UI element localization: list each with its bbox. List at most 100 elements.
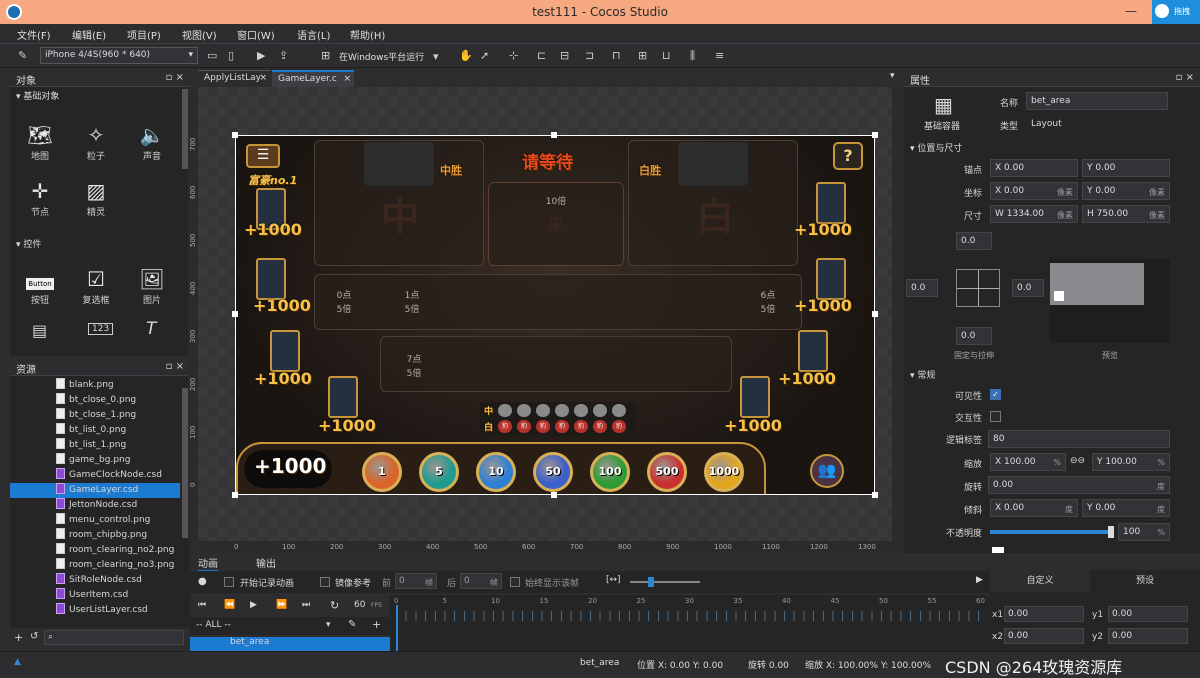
align-top-icon[interactable]: ⊓ (612, 49, 621, 62)
resource-file[interactable]: bt_close_1.png (56, 408, 191, 423)
y1-field[interactable]: 0.00 (1108, 606, 1188, 622)
number-icon[interactable]: 123 (88, 323, 114, 335)
distribute-v-icon[interactable]: ≡ (715, 49, 724, 62)
cell-7-top[interactable]: 7点 (394, 352, 434, 365)
align-center-icon[interactable]: ⊟ (560, 49, 569, 62)
panel-pin-icon[interactable]: ▫ × (1176, 72, 1194, 83)
scale-y-field[interactable]: Y 100.00% (1092, 453, 1170, 471)
handle-t[interactable] (551, 132, 557, 138)
timeline-node-row[interactable]: bet_area (190, 637, 390, 651)
opacity-slider[interactable] (990, 530, 1112, 534)
palette-particle[interactable]: ✧ 粒子 (74, 121, 118, 162)
size-w-unit[interactable]: 像素 (1057, 210, 1073, 221)
interactive-checkbox[interactable] (990, 411, 1001, 422)
next-frames-field[interactable]: 0帧 (460, 573, 502, 589)
player-card-right-1[interactable] (816, 182, 846, 224)
next-frame-icon[interactable]: ⏩ (276, 600, 287, 610)
onion-checkbox[interactable] (320, 577, 330, 587)
skew-x-field[interactable]: X 0.00 度 (990, 499, 1078, 517)
node-filter[interactable]: -- ALL -- ▾ ✎ + (190, 617, 390, 635)
run-dropdown-icon[interactable]: ▾ (433, 50, 439, 63)
tab-applylist[interactable]: ApplyListLay × (198, 70, 270, 87)
player-card-right-2[interactable] (816, 258, 846, 300)
cell-1-top[interactable]: 1点 (392, 288, 432, 301)
portrait-icon[interactable]: ▯ (228, 49, 234, 62)
handle-bl[interactable] (232, 492, 238, 498)
logic-tag-field[interactable]: 80 (988, 430, 1170, 448)
chip-1[interactable]: 1 (362, 452, 402, 492)
device-select[interactable]: iPhone 4/4S(960 * 640) ▾ (40, 47, 198, 64)
record-icon[interactable]: ● (198, 576, 207, 587)
cell-6-top[interactable]: 6点 (748, 288, 788, 301)
opacity-field[interactable]: 100% (1118, 523, 1170, 541)
loop-icon[interactable]: ↻ (330, 599, 339, 612)
resource-file[interactable]: bt_close_0.png (56, 393, 191, 408)
player-card-right-3[interactable] (798, 330, 828, 372)
chip-500[interactable]: 500 (647, 452, 687, 492)
section-position-size[interactable]: ▾ 位置与尺寸 (904, 139, 1200, 155)
controls-section-header[interactable]: ▾ 控件 (10, 235, 180, 251)
game-layer[interactable]: ☰ ? 中胜 中 请等待 10倍 平 白胜 白 0点 5倍 1点 5倍 6点 5… (235, 135, 875, 495)
resource-file[interactable]: bt_list_1.png (56, 438, 191, 453)
section-general[interactable]: ▾ 常规 (904, 366, 1200, 382)
align-right-icon[interactable]: ⊐ (585, 49, 594, 62)
tabs-dropdown-icon[interactable]: ▾ (890, 71, 895, 81)
rotation-field[interactable]: 0.00 度 (988, 476, 1170, 494)
player-card-left-2[interactable] (256, 258, 286, 300)
handle-br[interactable] (872, 492, 878, 498)
resource-file[interactable]: UserListLayer.csd (56, 603, 191, 618)
anchor-widget[interactable] (956, 269, 1000, 307)
player-card-left-4[interactable] (328, 376, 358, 418)
menu-list-icon[interactable]: ☰ (246, 144, 280, 168)
pos-y-field[interactable]: Y 0.00 像素 (1082, 182, 1170, 200)
anchor-y-field[interactable]: Y 0.00 (1082, 159, 1170, 177)
help-button[interactable]: ? (833, 142, 863, 170)
resource-file[interactable]: SitRoleNode.csd (56, 573, 191, 588)
menu-view[interactable]: 视图(V) (182, 27, 217, 42)
palette-button[interactable]: Button 按钮 (18, 265, 62, 306)
size-h-field[interactable]: H 750.00 像素 (1082, 205, 1170, 223)
pos-x-field[interactable]: X 0.00 像素 (990, 182, 1078, 200)
resource-file[interactable]: room_clearing_no2.png (56, 543, 191, 558)
basic-section-header[interactable]: ▾ 基础对象 (10, 87, 190, 103)
tab-preset[interactable]: 预设 (1090, 570, 1200, 592)
align-bottom-icon[interactable]: ⊔ (662, 49, 671, 62)
fps-value[interactable]: 60 (354, 600, 365, 610)
user-list-icon[interactable]: 👥 (810, 454, 844, 488)
name-field[interactable]: bet_area (1026, 92, 1168, 110)
resource-search-input[interactable]: ⌕ (44, 630, 184, 645)
margin-left-field[interactable]: 0.0 (906, 279, 938, 297)
size-w-field[interactable]: W 1334.00 像素 (990, 205, 1078, 223)
text-icon[interactable]: T (146, 319, 156, 339)
close-icon[interactable]: × (259, 73, 267, 83)
resource-file[interactable]: JettonNode.csd (56, 498, 191, 513)
align-left-icon[interactable]: ⊏ (537, 49, 546, 62)
resource-file[interactable]: room_clearing_no3.png (56, 558, 191, 573)
scale-x-field[interactable]: X 100.00% (990, 453, 1066, 471)
pos-x-unit[interactable]: 像素 (1057, 187, 1073, 198)
margin-right-field[interactable]: 0.0 (1012, 279, 1044, 297)
playhead[interactable] (396, 605, 398, 651)
palette-sprite[interactable]: ▨ 精灵 (74, 177, 118, 218)
first-frame-icon[interactable]: ⏮ (198, 600, 206, 610)
canvas-vscrollbar[interactable] (892, 87, 902, 541)
chip-10[interactable]: 10 (476, 452, 516, 492)
refresh-icon[interactable]: ↺ (30, 631, 38, 642)
cursor-icon[interactable]: ✎ (18, 49, 27, 62)
warning-icon[interactable]: ▲ (14, 657, 21, 667)
close-icon[interactable]: × (343, 74, 351, 84)
play-icon[interactable]: ▶ (250, 600, 257, 610)
menu-window[interactable]: 窗口(W) (237, 27, 275, 42)
resource-file[interactable]: room_chipbg.png (56, 528, 191, 543)
always-show-checkbox[interactable] (510, 577, 520, 587)
palette-sound[interactable]: 🔈 声音 (130, 121, 174, 162)
link-icon[interactable]: ⊖⊖ (1070, 456, 1085, 466)
edit-icon[interactable]: ✎ (348, 619, 356, 630)
resource-file[interactable]: menu_control.png (56, 513, 191, 528)
anchor-x-field[interactable]: X 0.00 (990, 159, 1078, 177)
pos-y-unit[interactable]: 像素 (1149, 187, 1165, 198)
resource-file[interactable]: UserItem.csd (56, 588, 191, 603)
tab-output[interactable]: 输出 (256, 555, 276, 570)
palette-image[interactable]: 🖼 图片 (130, 265, 174, 306)
minimize-button[interactable]: — (1125, 4, 1137, 18)
